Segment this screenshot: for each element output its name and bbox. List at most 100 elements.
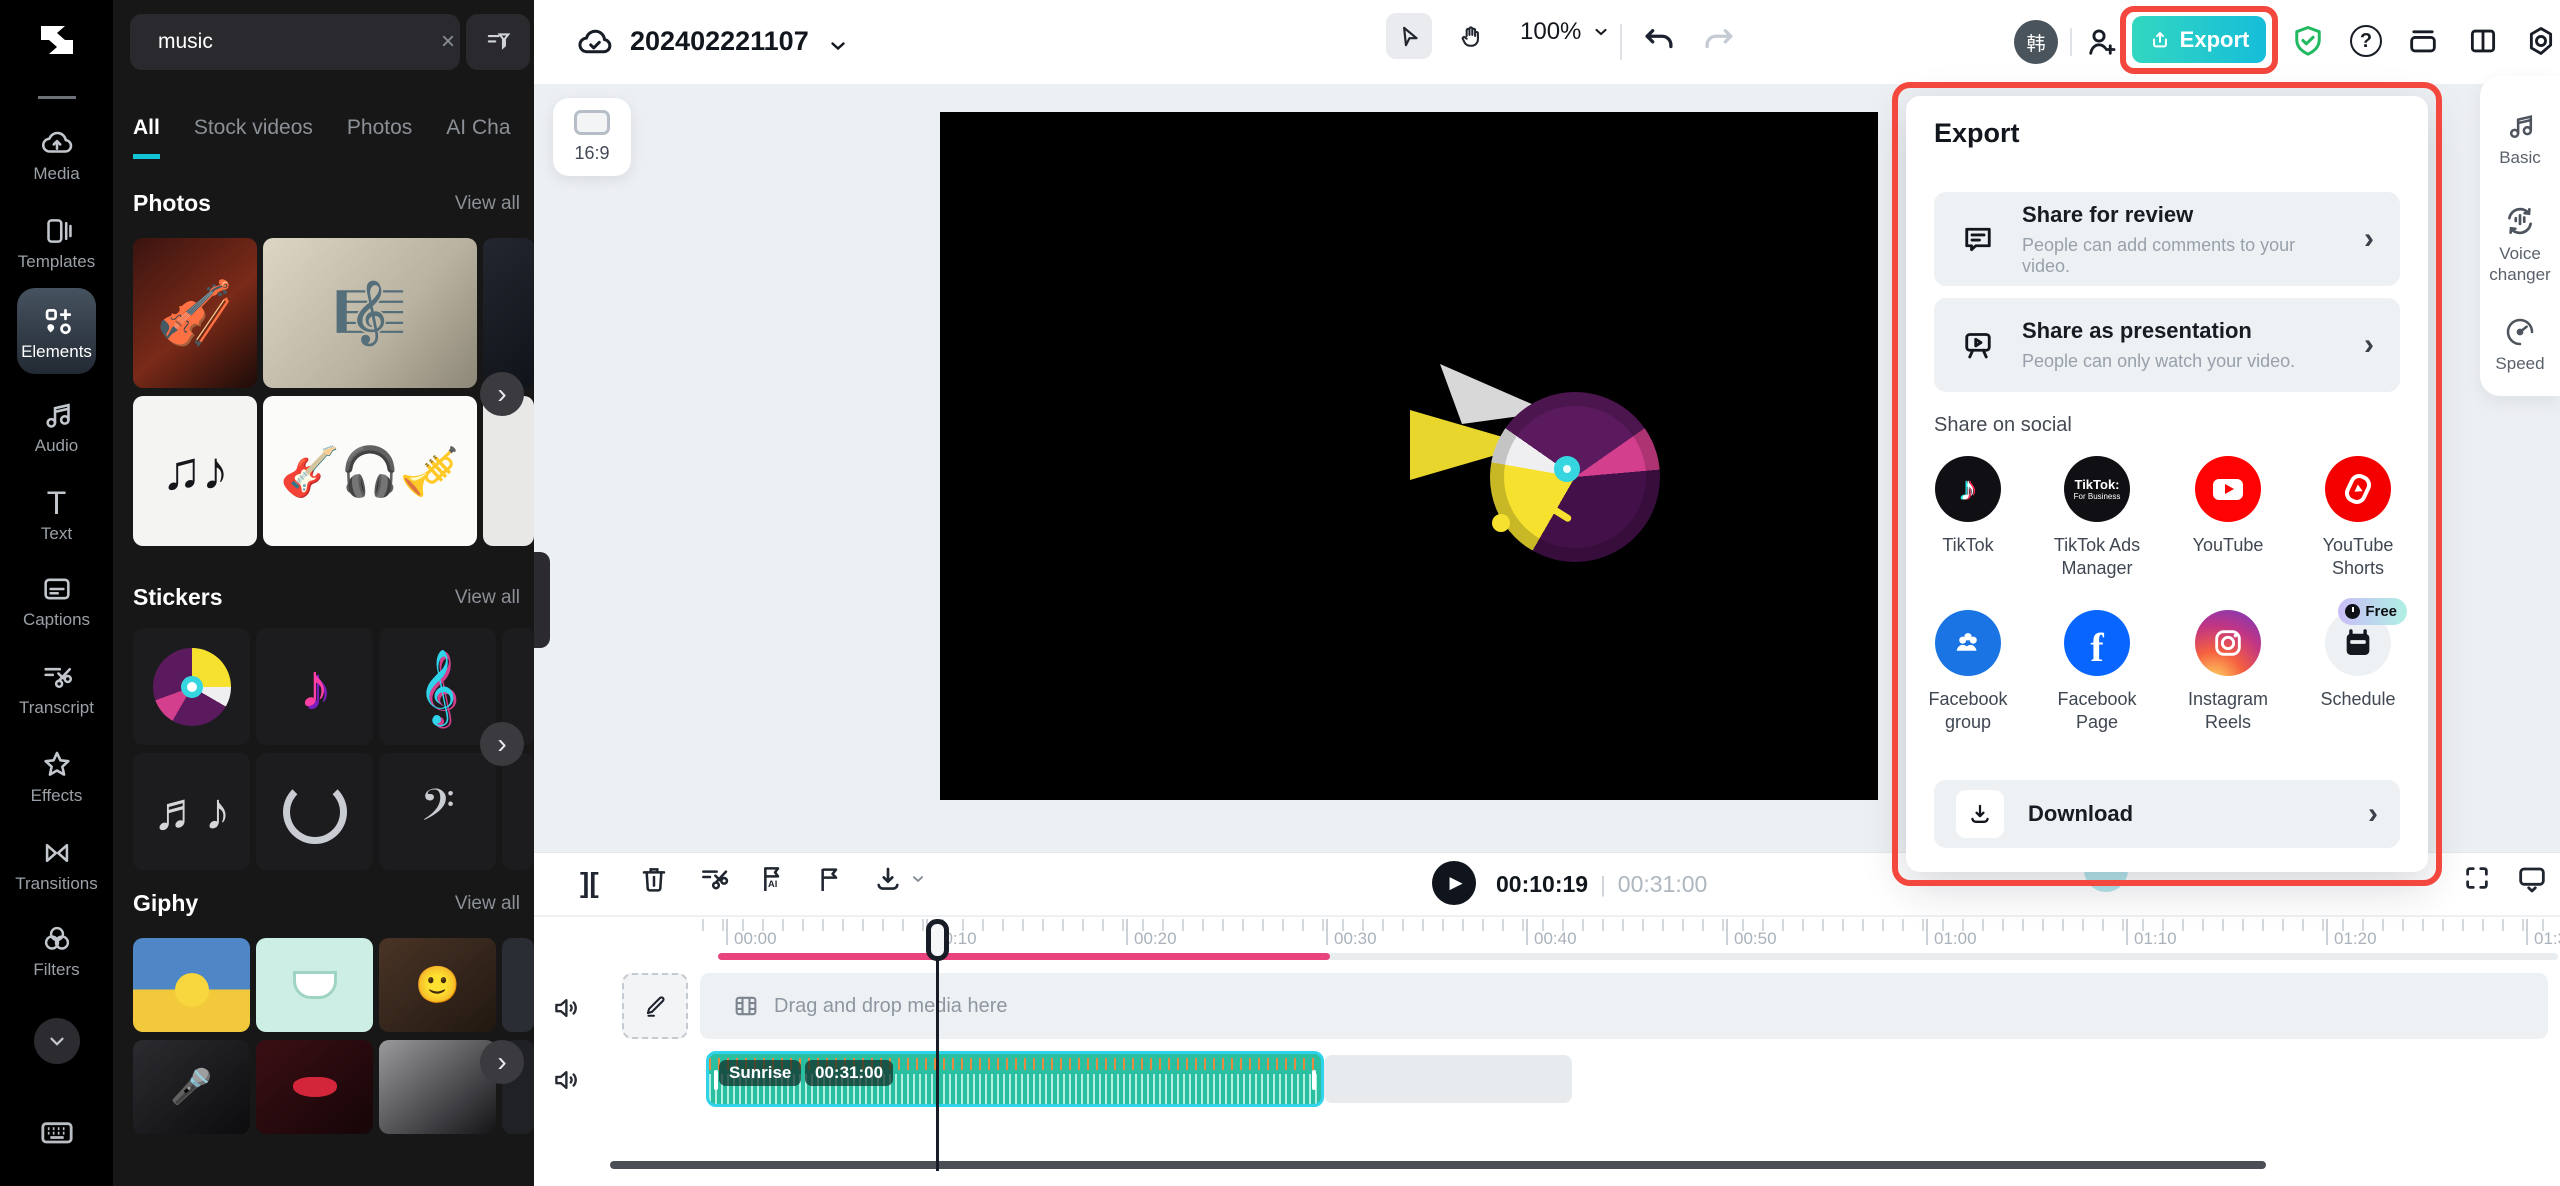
fullscreen-button[interactable] <box>2462 863 2492 893</box>
video-track-placeholder[interactable]: Drag and drop media here <box>700 973 2548 1039</box>
video-track-mute-button[interactable] <box>552 993 582 1023</box>
sidebar-item-templates[interactable]: Templates <box>0 214 113 272</box>
help-button[interactable]: ? <box>2350 25 2382 57</box>
giphy-thumb-portrait[interactable]: 🎤 <box>133 1040 250 1134</box>
auto-captions-button[interactable] <box>698 863 730 895</box>
layout-panels-button[interactable] <box>2466 24 2500 58</box>
sticker-thumb-partial-2[interactable] <box>502 753 534 870</box>
sticker-thumb-disc[interactable] <box>133 628 250 745</box>
tool-voice-changer[interactable]: Voice changer <box>2480 204 2560 285</box>
flag-marker-button[interactable] <box>814 863 846 895</box>
share-as-presentation-row[interactable]: Share as presentation People can only wa… <box>1934 298 2400 392</box>
photo-thumb-instruments[interactable]: 🎸🎧🎺 <box>263 396 477 546</box>
clear-search-icon[interactable]: × <box>441 28 455 56</box>
capcut-editor: Media Templates Elements Audio T Text Ca… <box>0 0 2560 1186</box>
tool-basic[interactable]: Basic <box>2480 110 2560 168</box>
sidebar-item-elements[interactable]: Elements <box>0 304 113 362</box>
social-tiktok-ads-manager[interactable]: TikTok: For Business TikTok Ads Manager <box>2037 456 2157 580</box>
sticker-thumb-pink-note[interactable]: ♪ <box>256 628 373 745</box>
giphy-thumb-kid[interactable]: 🙂 <box>379 938 496 1032</box>
preview-mode-button[interactable] <box>2516 863 2548 895</box>
tab-photos[interactable]: Photos <box>347 116 412 159</box>
redo-button[interactable] <box>1700 22 1738 60</box>
sidebar-item-audio[interactable]: Audio <box>0 398 113 456</box>
sidebar-item-captions[interactable]: Captions <box>0 572 113 630</box>
delete-button[interactable] <box>638 863 670 895</box>
social-youtube-shorts[interactable]: YouTube Shorts <box>2298 456 2418 580</box>
tab-stock-videos[interactable]: Stock videos <box>194 116 313 159</box>
trim-handle-left[interactable] <box>714 1070 718 1090</box>
download-row[interactable]: Download › <box>1934 780 2400 848</box>
rail-more-button[interactable] <box>34 1018 80 1064</box>
giphy-thumb-lips[interactable] <box>256 1040 373 1134</box>
avatar[interactable]: 韩 <box>2014 20 2058 64</box>
audio-track-mute-button[interactable] <box>552 1065 582 1095</box>
safety-shield-button[interactable] <box>2290 23 2326 59</box>
search-input[interactable] <box>158 30 429 54</box>
sticker-thumb-horn[interactable]: 𝄢 <box>379 753 496 870</box>
share-for-review-row[interactable]: Share for review People can add comments… <box>1934 192 2400 286</box>
social-tiktok[interactable]: ♪ TikTok <box>1908 456 2028 557</box>
track-download-button[interactable] <box>872 863 927 895</box>
export-button[interactable]: Export <box>2132 16 2266 63</box>
sidebar-item-filters[interactable]: Filters <box>0 922 113 980</box>
tab-ai[interactable]: AI Cha <box>446 116 510 159</box>
filters-icon <box>0 922 113 956</box>
social-facebook-page[interactable]: f Facebook Page <box>2037 610 2157 734</box>
zoom-level-dropdown[interactable]: 100% <box>1520 18 1611 46</box>
view-all-link[interactable]: View all <box>455 893 520 915</box>
keyboard-shortcuts-button[interactable] <box>37 1112 77 1152</box>
filter-button[interactable] <box>466 14 530 70</box>
ai-marker-button[interactable]: AI <box>756 863 788 895</box>
sticker-thumb-notes-splash[interactable]: ♬♪ <box>133 753 250 870</box>
invite-collaborator-button[interactable] <box>2084 24 2120 60</box>
timeline-scrollbar[interactable] <box>610 1161 2266 1169</box>
undo-button[interactable] <box>1640 22 1678 60</box>
project-menu-chevron-icon[interactable] <box>826 34 850 58</box>
tool-speed[interactable]: Speed <box>2480 316 2560 374</box>
cloud-sync-icon[interactable] <box>576 24 614 62</box>
giphy-thumb-partial[interactable] <box>502 938 534 1032</box>
sticker-thumb-treble-clef[interactable]: 𝄞 <box>379 628 496 745</box>
sidebar-item-transitions[interactable]: Transitions <box>0 836 113 894</box>
photo-thumb-violin[interactable]: 🎻 <box>133 238 257 388</box>
social-facebook-group[interactable]: Facebook group <box>1908 610 2028 734</box>
project-title[interactable]: 202402221107 <box>630 26 809 57</box>
ruler-minor-ticks[interactable] <box>702 919 2560 931</box>
audio-clip-sunrise[interactable]: Sunrise 00:31:00 <box>706 1051 1324 1107</box>
billing-button[interactable] <box>2406 24 2440 58</box>
social-instagram-reels[interactable]: Instagram Reels <box>2168 610 2288 734</box>
photo-thumb-partial-2[interactable] <box>483 396 534 546</box>
trim-handle-right[interactable] <box>1312 1070 1316 1090</box>
stickers-next-button[interactable]: › <box>480 722 524 766</box>
select-tool-button[interactable] <box>1386 13 1432 59</box>
photo-thumb-notes[interactable]: ♫♪ <box>133 396 257 546</box>
photo-thumb-partial[interactable] <box>483 238 534 388</box>
playhead-handle[interactable] <box>926 919 949 961</box>
view-all-link[interactable]: View all <box>455 193 520 215</box>
giphy-thumb-teacup[interactable] <box>256 938 373 1032</box>
hand-tool-button[interactable] <box>1448 13 1494 59</box>
play-button[interactable]: ▶ <box>1432 861 1476 905</box>
photos-next-button[interactable]: › <box>480 372 524 416</box>
sidebar-item-effects[interactable]: Effects <box>0 748 113 806</box>
video-preview[interactable] <box>940 112 1878 800</box>
view-all-link[interactable]: View all <box>455 587 520 609</box>
settings-button[interactable] <box>2524 24 2558 58</box>
tab-all[interactable]: All <box>133 116 160 159</box>
edit-cover-button[interactable] <box>622 973 688 1039</box>
split-clip-button[interactable]: ][ <box>580 867 599 899</box>
sticker-thumb-chain[interactable] <box>256 753 373 870</box>
giphy-thumb-cartoon[interactable] <box>133 938 250 1032</box>
giphy-thumb-bw[interactable] <box>379 1040 496 1134</box>
panel-collapse-handle[interactable] <box>534 552 550 648</box>
sidebar-item-text[interactable]: T Text <box>0 486 113 544</box>
sidebar-item-transcript[interactable]: Transcript <box>0 660 113 718</box>
social-schedule[interactable]: Free Schedule <box>2298 598 2418 711</box>
photo-thumb-sheet-music[interactable]: 🎼 <box>263 238 477 388</box>
giphy-next-button[interactable]: › <box>480 1040 524 1084</box>
aspect-ratio-button[interactable]: 16:9 <box>553 98 631 176</box>
social-youtube[interactable]: YouTube <box>2168 456 2288 557</box>
sidebar-item-media[interactable]: Media <box>0 126 113 184</box>
search-bar[interactable]: × <box>130 14 460 70</box>
